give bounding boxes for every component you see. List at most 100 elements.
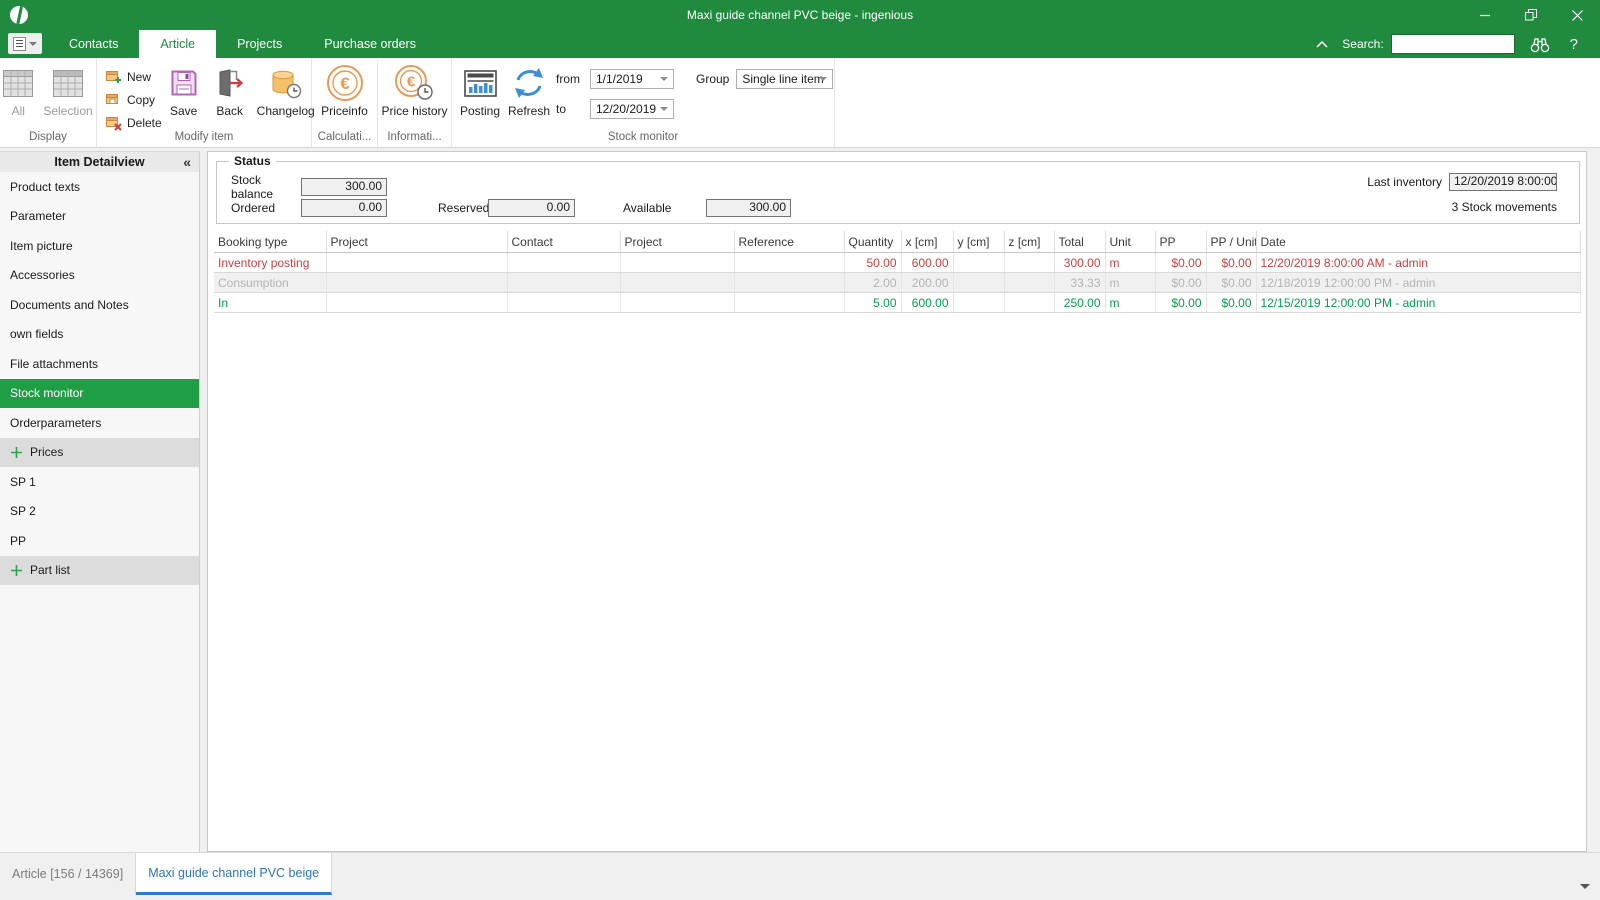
all-button[interactable]: All (3, 58, 34, 118)
tab-list-dropdown-button[interactable] (1580, 884, 1590, 889)
table-cell[interactable] (953, 292, 1005, 313)
table-cell[interactable]: In (214, 292, 327, 313)
table-cell[interactable]: Consumption (214, 272, 327, 293)
tab-article[interactable]: Article (139, 30, 217, 58)
column-header[interactable]: y [cm] (953, 231, 1005, 253)
sidebar-item-own-fields[interactable]: own fields (0, 320, 199, 350)
table-row[interactable]: In 5.00 600.00 250.00 m $0.00 $0.00 12/1… (214, 292, 1581, 313)
table-cell[interactable]: 50.00 (844, 252, 902, 273)
from-date-picker[interactable]: 1/1/2019 (590, 69, 674, 89)
table-cell[interactable]: $0.00 (1206, 272, 1257, 293)
table-cell[interactable]: 200.00 (901, 272, 954, 293)
collapse-sidebar-button[interactable]: « (183, 152, 191, 172)
table-cell[interactable]: 33.33 (1054, 272, 1106, 293)
table-cell[interactable] (1004, 272, 1055, 293)
sidebar-item-parameter[interactable]: Parameter (0, 202, 199, 232)
column-header[interactable]: Unit (1105, 231, 1156, 253)
table-cell[interactable]: 250.00 (1054, 292, 1106, 313)
sidebar-item-sp2[interactable]: SP 2 (0, 497, 199, 527)
column-header[interactable]: PP / Unit (1206, 231, 1257, 253)
group-filter-dropdown[interactable]: Single line item (736, 69, 834, 89)
available-field[interactable]: 300.00 (706, 199, 791, 217)
table-cell[interactable] (734, 292, 845, 313)
sidebar-item-product-texts[interactable]: Product texts (0, 172, 199, 202)
help-button[interactable]: ? (1570, 36, 1578, 53)
table-cell[interactable]: m (1105, 292, 1156, 313)
table-cell[interactable]: $0.00 (1206, 252, 1257, 273)
table-cell[interactable] (620, 252, 735, 273)
sidebar-item-prices[interactable]: Prices (0, 437, 199, 467)
column-header[interactable]: x [cm] (901, 231, 954, 253)
reserved-field[interactable]: 0.00 (488, 199, 575, 217)
table-cell[interactable] (734, 252, 845, 273)
collapse-ribbon-button[interactable] (1316, 40, 1328, 48)
posting-button[interactable]: Posting (456, 58, 504, 118)
tab-projects[interactable]: Projects (216, 30, 303, 58)
sidebar-item-pp[interactable]: PP (0, 526, 199, 556)
column-header[interactable]: Quantity (844, 231, 902, 253)
restore-button[interactable] (1508, 0, 1554, 30)
to-date-picker[interactable]: 12/20/2019 (590, 99, 674, 119)
sidebar-item-item-picture[interactable]: Item picture (0, 231, 199, 261)
column-header[interactable]: PP (1155, 231, 1207, 253)
column-header[interactable]: Contact (507, 231, 621, 253)
new-button[interactable]: New (105, 65, 162, 88)
doc-tab-article-list[interactable]: Article [156 / 14369] (0, 853, 137, 895)
table-cell[interactable]: Inventory posting (214, 252, 327, 273)
sidebar-item-part-list[interactable]: Part list (0, 555, 199, 585)
table-cell[interactable] (1004, 252, 1055, 273)
table-cell[interactable]: 600.00 (901, 252, 954, 273)
refresh-button[interactable]: Refresh (504, 58, 554, 118)
column-header[interactable]: Total (1054, 231, 1106, 253)
sidebar-item-sp1[interactable]: SP 1 (0, 467, 199, 497)
table-cell[interactable] (507, 272, 621, 293)
table-cell[interactable]: 300.00 (1054, 252, 1106, 273)
last-inventory-field[interactable]: 12/20/2019 8:00:00 AM (1449, 173, 1557, 191)
changelog-button[interactable]: Changelog (254, 58, 318, 118)
table-cell[interactable]: m (1105, 252, 1156, 273)
sidebar-item-file-attachments[interactable]: File attachments (0, 349, 199, 379)
table-cell[interactable]: $0.00 (1155, 292, 1207, 313)
table-cell[interactable] (734, 272, 845, 293)
ordered-field[interactable]: 0.00 (301, 199, 387, 217)
save-button[interactable]: Save (162, 58, 206, 118)
table-cell[interactable]: $0.00 (1206, 292, 1257, 313)
search-go-button[interactable] (1530, 36, 1550, 53)
price-history-button[interactable]: € Price history (381, 58, 448, 118)
table-cell[interactable] (507, 292, 621, 313)
table-cell[interactable] (326, 272, 508, 293)
sidebar-item-orderparameters[interactable]: Orderparameters (0, 408, 199, 438)
column-header[interactable]: Project (620, 231, 735, 253)
table-cell[interactable]: $0.00 (1155, 252, 1207, 273)
table-row[interactable]: Inventory posting 50.00 600.00 300.00 m … (214, 252, 1581, 273)
close-button[interactable] (1554, 0, 1600, 30)
table-cell[interactable]: 12/15/2019 12:00:00 PM - admin (1256, 292, 1581, 313)
column-header[interactable]: Booking type (214, 231, 327, 253)
back-button[interactable]: Back (206, 58, 254, 118)
table-row[interactable]: Consumption 2.00 200.00 33.33 m $0.00 $0… (214, 272, 1581, 293)
table-cell[interactable]: 12/20/2019 8:00:00 AM - admin (1256, 252, 1581, 273)
column-header[interactable]: Date (1256, 231, 1581, 253)
column-header[interactable]: Reference (734, 231, 845, 253)
doc-tab-current-article[interactable]: Maxi guide channel PVC beige (136, 853, 333, 895)
column-header[interactable]: z [cm] (1004, 231, 1055, 253)
table-cell[interactable]: 2.00 (844, 272, 902, 293)
app-menu-button[interactable] (8, 33, 42, 54)
sidebar-item-accessories[interactable]: Accessories (0, 261, 199, 291)
tab-contacts[interactable]: Contacts (48, 30, 139, 58)
sidebar-item-documents-and-notes[interactable]: Documents and Notes (0, 290, 199, 320)
table-cell[interactable] (326, 292, 508, 313)
copy-button[interactable]: Copy (105, 88, 162, 111)
table-cell[interactable]: $0.00 (1155, 272, 1207, 293)
table-cell[interactable]: 5.00 (844, 292, 902, 313)
table-cell[interactable] (620, 292, 735, 313)
table-cell[interactable] (953, 272, 1005, 293)
table-cell[interactable] (507, 252, 621, 273)
minimize-button[interactable] (1462, 0, 1508, 30)
table-cell[interactable]: m (1105, 272, 1156, 293)
selection-button[interactable]: Selection (43, 58, 93, 118)
table-cell[interactable]: 600.00 (901, 292, 954, 313)
tab-purchase-orders[interactable]: Purchase orders (303, 30, 437, 58)
table-cell[interactable] (953, 252, 1005, 273)
search-input[interactable] (1390, 34, 1515, 54)
